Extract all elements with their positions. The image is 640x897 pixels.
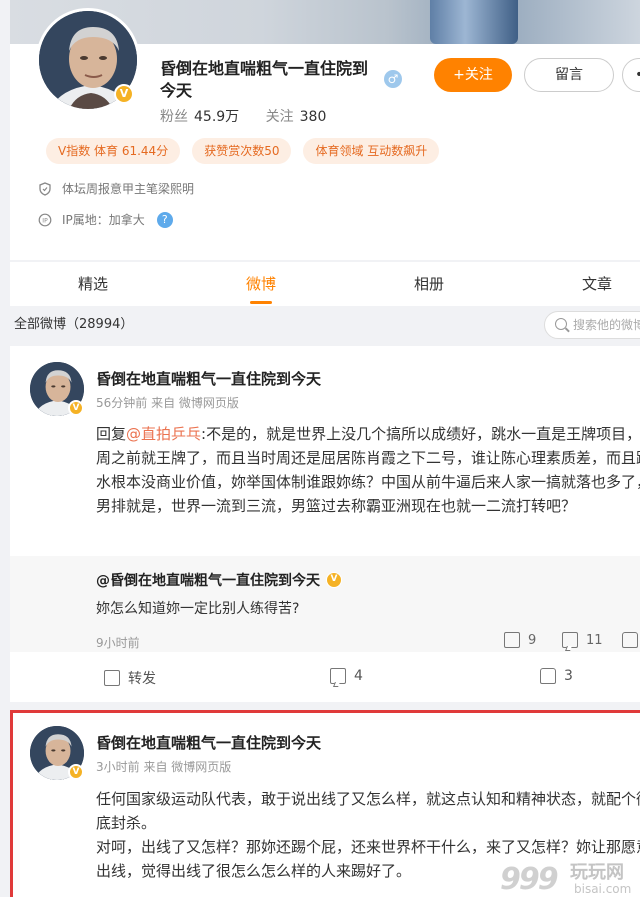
tab-album[interactable]: 相册 — [414, 262, 444, 306]
verification-info: 体坛周报意甲主笔梁熙明 — [38, 180, 194, 197]
post-time[interactable]: 3小时前 来自 微博网页版 — [96, 758, 231, 775]
quoted-text: 妳怎么知道妳一定比别人练得苦? — [96, 601, 300, 617]
quoted-post[interactable]: @昏倒在地直喘粗气一直住院到今天 V 妳怎么知道妳一定比别人练得苦? 9小时前 9… — [10, 556, 640, 652]
tag-v-index[interactable]: V指数 体育 61.44分 — [46, 138, 181, 164]
search-input[interactable]: 搜索他的微博 — [544, 311, 640, 339]
verified-badge-icon: V — [68, 400, 84, 416]
svg-text:IP: IP — [42, 217, 48, 224]
search-placeholder: 搜索他的微博 — [573, 318, 640, 332]
quoted-like-button[interactable] — [622, 632, 640, 648]
post-action-bar: 转发 4 3 — [10, 664, 640, 694]
like-icon — [540, 668, 556, 684]
like-button[interactable]: 3 — [540, 668, 573, 684]
watermark: 999 玩玩网 bisai.com — [500, 858, 640, 897]
watermark-number: 999 — [500, 862, 559, 897]
tab-weibo[interactable]: 微博 — [246, 262, 276, 306]
tag-sports-interaction[interactable]: 体育领域 互动数飙升 — [303, 138, 440, 164]
profile-card: V 昏倒在地直喘粗气一直住院到今天 ♂ 粉丝 45.9万 关注 380 +关注 留言… — [10, 0, 640, 260]
quoted-comment-count: 11 — [586, 632, 603, 648]
verification-text: 体坛周报意甲主笔梁熙明 — [62, 182, 195, 196]
tag-reward-count[interactable]: 获赞赏次数50 — [192, 138, 292, 164]
post-author[interactable]: 昏倒在地直喘粗气一直住院到今天 — [96, 368, 321, 389]
watermark-url: bisai.com — [574, 882, 632, 896]
profile-stats: 粉丝 45.9万 关注 380 — [160, 106, 348, 126]
reply-prefix: 回复 — [96, 425, 127, 443]
quoted-time[interactable]: 9小时前 — [96, 634, 140, 651]
quoted-comment-button[interactable]: 11 — [562, 632, 603, 648]
verified-badge-icon: V — [114, 84, 134, 104]
quoted-repost-button[interactable]: 9 — [504, 632, 536, 648]
post-time[interactable]: 56分钟前 来自 微博网页版 — [96, 394, 239, 411]
more-options-button[interactable]: • — [622, 58, 640, 92]
repost-icon — [504, 632, 520, 648]
male-gender-icon: ♂ — [384, 70, 402, 88]
verified-badge-icon: V — [326, 572, 342, 588]
comment-icon — [330, 668, 346, 684]
mention-link[interactable]: @直拍乒乓 — [126, 425, 201, 443]
verified-badge-icon: V — [68, 764, 84, 780]
shield-icon — [39, 181, 51, 196]
following-count[interactable]: 380 — [300, 109, 327, 125]
followers-count[interactable]: 45.9万 — [194, 109, 239, 125]
profile-tabs: 精选 微博 相册 文章 — [10, 262, 640, 306]
quoted-author-row: @昏倒在地直喘粗气一直住院到今天 V — [96, 570, 342, 590]
quoted-repost-count: 9 — [528, 632, 537, 648]
help-icon[interactable]: ? — [156, 211, 173, 228]
repost-label: 转发 — [128, 671, 156, 687]
repost-button[interactable]: 转发 — [104, 668, 156, 688]
profile-name: 昏倒在地直喘粗气一直住院到今天 — [160, 59, 369, 100]
search-icon — [555, 318, 567, 330]
watermark-text: 玩玩网 — [570, 862, 624, 883]
comment-icon — [562, 632, 578, 648]
comment-count: 4 — [354, 668, 363, 684]
post-text: 回复@直拍乒乓:不是的，就是世界上没几个搞所以成绩好，跳水一直是王牌项目，周之前… — [96, 422, 640, 518]
like-icon — [622, 632, 638, 648]
post-author[interactable]: 昏倒在地直喘粗气一直住院到今天 — [96, 732, 321, 753]
ip-location-text: IP属地：加拿大 — [62, 213, 145, 227]
following-label: 关注 — [265, 109, 294, 125]
like-count: 3 — [564, 668, 573, 684]
comment-button[interactable]: 4 — [330, 668, 363, 684]
profile-tags: V指数 体育 61.44分 获赞赏次数50 体育领域 互动数飙升 — [46, 138, 440, 164]
weibo-post: V 昏倒在地直喘粗气一直住院到今天 56分钟前 来自 微博网页版 回复@直拍乒乓… — [10, 346, 640, 702]
tab-articles[interactable]: 文章 — [582, 262, 612, 306]
followers-label: 粉丝 — [160, 109, 188, 125]
ip-location: IP IP属地：加拿大 ? — [38, 211, 173, 228]
ip-location-icon: IP — [38, 213, 52, 226]
quoted-author[interactable]: @昏倒在地直喘粗气一直住院到今天 — [96, 570, 320, 590]
all-weibo-count[interactable]: 全部微博（28994） — [14, 314, 133, 336]
tab-featured[interactable]: 精选 — [78, 262, 108, 306]
follow-button[interactable]: +关注 — [434, 58, 512, 92]
message-button[interactable]: 留言 — [524, 58, 614, 92]
repost-icon — [104, 670, 120, 686]
